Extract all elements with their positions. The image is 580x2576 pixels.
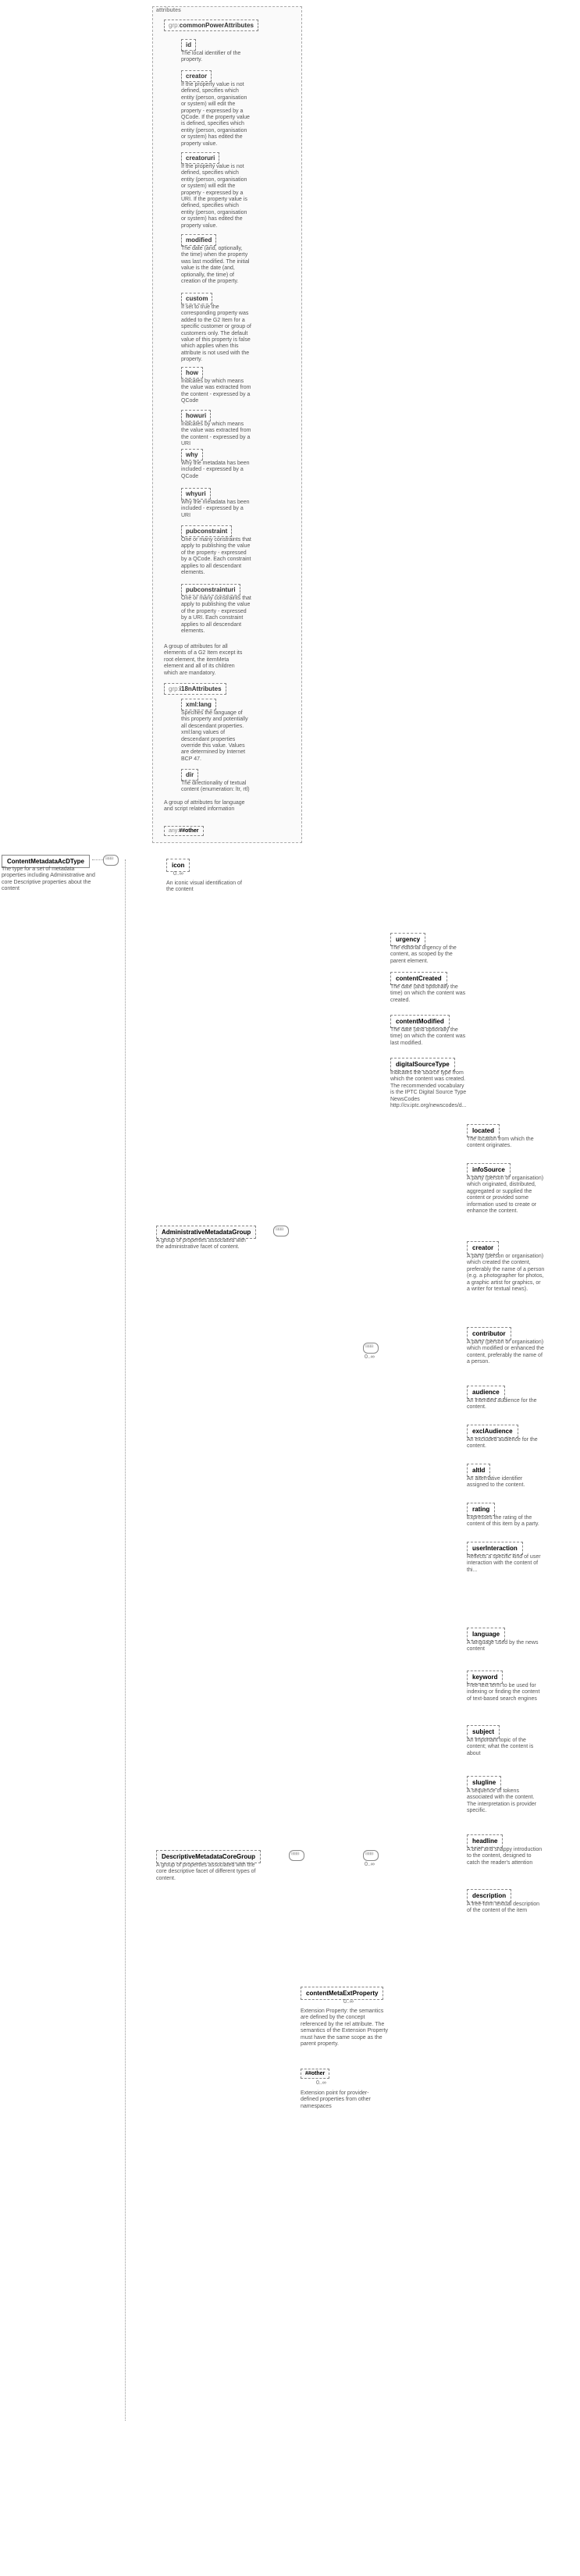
desc-inner-card: 0..∞ bbox=[365, 1862, 375, 1867]
userInteraction-desc: Reflects a specific kind of user interac… bbox=[467, 1554, 545, 1574]
desc-group-desc: A group of properties associated with th… bbox=[156, 1863, 258, 1882]
attr-dir: dir bbox=[181, 769, 198, 781]
any-desc: Extension point for provider-defined pro… bbox=[301, 2090, 379, 2110]
subject: subject bbox=[467, 1725, 500, 1738]
userInteraction: userInteraction bbox=[467, 1542, 523, 1555]
creator-elem-desc: A party (person or organisation) which c… bbox=[467, 1254, 545, 1293]
attr-why-desc: Why the metadata has been included - exp… bbox=[181, 461, 251, 480]
infoSource: infoSource bbox=[467, 1163, 511, 1176]
attr-how: how bbox=[181, 367, 203, 379]
any-other-attr: any:##other bbox=[164, 826, 204, 836]
attr-pubconstraint-desc: One or many constraints that apply to pu… bbox=[181, 537, 251, 576]
attr-id-desc: The local identifier of the property. bbox=[181, 51, 251, 64]
attr-xmllang-desc: Specifies the language of this property … bbox=[181, 710, 251, 763]
sequence-icon bbox=[363, 1850, 379, 1861]
audience-desc: An intended audience for the content. bbox=[467, 1398, 545, 1411]
altId-desc: An alternative identifier assigned to th… bbox=[467, 1476, 545, 1489]
digitalSourceType-desc: Indicates the source type from which the… bbox=[390, 1070, 468, 1109]
icon-desc: An iconic visual identification of the c… bbox=[166, 881, 244, 894]
attr-creator: creator bbox=[181, 70, 212, 82]
attr-creatoruri: creatoruri bbox=[181, 152, 219, 164]
admin-group: AdministrativeMetadataGroup bbox=[156, 1226, 256, 1239]
attr-howuri-desc: Indicates by which means the value was e… bbox=[181, 422, 251, 448]
urgency: urgency bbox=[390, 933, 425, 946]
i18n-grp: grp:i18nAttributes bbox=[164, 683, 226, 695]
admin-group-desc: A group of properties associated with th… bbox=[156, 1238, 250, 1251]
sequence-icon bbox=[289, 1850, 304, 1861]
sequence-icon bbox=[363, 1343, 379, 1354]
attr-modified: modified bbox=[181, 234, 216, 246]
desc-group: DescriptiveMetadataCoreGroup bbox=[156, 1850, 261, 1863]
attr-id: id bbox=[181, 39, 196, 51]
keyword-desc: Free-text term to be used for indexing o… bbox=[467, 1683, 545, 1703]
attr-howuri: howuri bbox=[181, 410, 211, 422]
admin-inner-card: 0..∞ bbox=[365, 1354, 375, 1360]
common-power-grp: grp:commonPowerAttributes bbox=[164, 20, 258, 31]
keyword: keyword bbox=[467, 1670, 503, 1684]
icon-card: 0..∞ bbox=[173, 871, 183, 877]
attr-whyuri: whyuri bbox=[181, 488, 211, 500]
connector bbox=[125, 859, 126, 2421]
description-desc: A free-form textual description of the c… bbox=[467, 1902, 545, 1915]
language: language bbox=[467, 1628, 505, 1641]
language-desc: A language used by the news content bbox=[467, 1640, 545, 1653]
subject-desc: An important topic of the content; what … bbox=[467, 1738, 545, 1757]
connector bbox=[92, 859, 103, 860]
ext-property: contentMetaExtProperty bbox=[301, 1987, 383, 2000]
slugline-desc: A sequence of tokens associated with the… bbox=[467, 1788, 545, 1815]
root-desc: The type for a set of metadata propertie… bbox=[2, 866, 95, 893]
audience: audience bbox=[467, 1386, 505, 1399]
attr-why: why bbox=[181, 449, 203, 461]
slugline: slugline bbox=[467, 1776, 501, 1789]
attr-how-desc: Indicates by which means the value was e… bbox=[181, 379, 251, 405]
digitalSourceType: digitalSourceType bbox=[390, 1058, 455, 1071]
attr-modified-desc: The date (and, optionally, the time) whe… bbox=[181, 246, 251, 285]
rating-desc: Expresses the rating of the content of t… bbox=[467, 1515, 545, 1528]
attr-pubconstraint: pubconstraint bbox=[181, 525, 232, 537]
any-other-final: ##other bbox=[301, 2069, 329, 2079]
contentModified: contentModified bbox=[390, 1015, 450, 1028]
attr-whyuri-desc: Why the metadata has been included - exp… bbox=[181, 500, 251, 519]
infoSource-desc: A party (person or organisation) which o… bbox=[467, 1176, 545, 1215]
i18n-desc: A group of attributes for language and s… bbox=[164, 800, 250, 813]
attr-custom-desc: If set to true the corresponding propert… bbox=[181, 304, 251, 364]
description: description bbox=[467, 1889, 511, 1902]
urgency-desc: The editorial urgency of the content, as… bbox=[390, 945, 468, 965]
attr-pubconstrainturi-desc: One or many constraints that apply to pu… bbox=[181, 596, 251, 635]
headline: headline bbox=[467, 1834, 503, 1848]
exclAudience-desc: An excluded audience for the content. bbox=[467, 1437, 545, 1450]
contributor-desc: A party (person or organisation) which m… bbox=[467, 1340, 545, 1366]
attr-pubconstrainturi: pubconstrainturi bbox=[181, 584, 240, 596]
ext-desc: Extension Property: the semantics are de… bbox=[301, 2008, 390, 2048]
attributes-label: attributes bbox=[156, 8, 181, 13]
sequence-icon bbox=[273, 1226, 289, 1236]
attr-xmllang: xml:lang bbox=[181, 699, 216, 710]
creator-elem: creator bbox=[467, 1241, 499, 1254]
sequence-icon bbox=[103, 855, 119, 866]
any-card: 0..∞ bbox=[316, 2080, 326, 2086]
located: located bbox=[467, 1124, 500, 1137]
attr-dir-desc: The directionality of textual content (e… bbox=[181, 781, 251, 794]
common-power-desc: A group of attributes for all elements o… bbox=[164, 644, 250, 677]
icon-element: icon bbox=[166, 859, 190, 872]
contributor: contributor bbox=[467, 1327, 511, 1340]
contentModified-desc: The date (and optionally the time) on wh… bbox=[390, 1027, 468, 1047]
contentCreated-desc: The date (and optionally the time) on wh… bbox=[390, 984, 468, 1004]
attr-creator-desc: If the property value is not defined, sp… bbox=[181, 82, 251, 148]
contentCreated: contentCreated bbox=[390, 972, 447, 985]
rating: rating bbox=[467, 1503, 495, 1516]
located-desc: The location from which the content orig… bbox=[467, 1137, 545, 1150]
headline-desc: A brief and snappy introduction to the c… bbox=[467, 1847, 545, 1866]
exclAudience: exclAudience bbox=[467, 1425, 518, 1438]
attr-custom: custom bbox=[181, 293, 212, 304]
ext-card: 0..∞ bbox=[343, 1999, 354, 2005]
attr-creatoruri-desc: If the property value is not defined, sp… bbox=[181, 164, 251, 229]
altId: altId bbox=[467, 1464, 490, 1477]
